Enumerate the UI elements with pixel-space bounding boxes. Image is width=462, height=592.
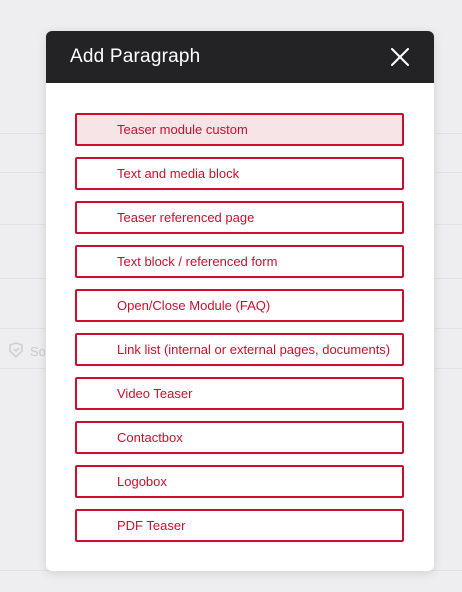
- dialog-title: Add Paragraph: [70, 46, 201, 67]
- background-fragment-text: So: [30, 344, 46, 359]
- paragraph-option-button[interactable]: Video Teaser: [75, 377, 404, 410]
- close-button[interactable]: [388, 45, 412, 69]
- background-fragment: So: [6, 340, 46, 363]
- paragraph-option-button[interactable]: Teaser referenced page: [75, 201, 404, 234]
- paragraph-option-button[interactable]: Text block / referenced form: [75, 245, 404, 278]
- settings-icon: [6, 340, 26, 363]
- dialog-header: Add Paragraph: [46, 31, 434, 83]
- paragraph-type-list: Teaser module custom Text and media block…: [46, 83, 434, 542]
- paragraph-option-button[interactable]: Contactbox: [75, 421, 404, 454]
- paragraph-option-button[interactable]: Open/Close Module (FAQ): [75, 289, 404, 322]
- add-paragraph-dialog: Add Paragraph Teaser module custom Text a…: [46, 31, 434, 571]
- paragraph-option-button[interactable]: Teaser module custom: [75, 113, 404, 146]
- paragraph-option-button[interactable]: PDF Teaser: [75, 509, 404, 542]
- paragraph-option-button[interactable]: Logobox: [75, 465, 404, 498]
- paragraph-option-button[interactable]: Text and media block: [75, 157, 404, 190]
- close-icon: [391, 48, 409, 66]
- paragraph-option-button[interactable]: Link list (internal or external pages, d…: [75, 333, 404, 366]
